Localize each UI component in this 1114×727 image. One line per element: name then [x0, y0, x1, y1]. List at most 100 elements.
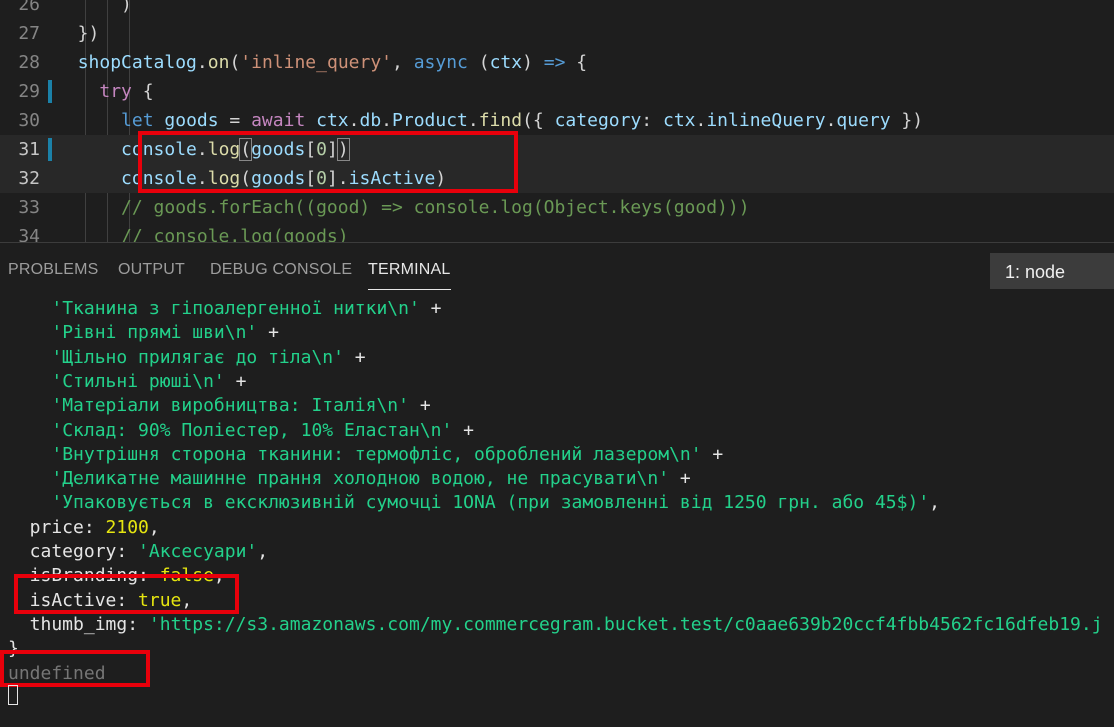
terminal-selector[interactable]: 1: node: [990, 253, 1114, 289]
line-number: 26: [18, 0, 40, 15]
terminal-token: +: [408, 395, 431, 416]
terminal-token: +: [669, 468, 691, 489]
terminal-cursor: [8, 685, 18, 705]
code-token: inlineQuery: [706, 110, 826, 131]
tab-debug-console[interactable]: DEBUG CONSOLE: [210, 261, 352, 279]
terminal-line: thumb_img: 'https://s3.amazonaws.com/my.…: [8, 613, 1103, 637]
terminal-token: 'https://s3.amazonaws.com/my.commercegra…: [148, 614, 1103, 635]
code-token: =>: [543, 52, 566, 73]
code-text: // console.log(goods): [56, 222, 349, 242]
terminal-token: 'Тканина з гіпоалергенної нитки\n': [51, 298, 420, 319]
terminal-line: 'Щільно прилягає до тіла\n' +: [8, 346, 366, 370]
code-token: .: [825, 110, 837, 131]
terminal-token: 'Склад: 90% Поліестер, 10% Еластан\n': [51, 420, 453, 441]
terminal-line: 'Склад: 90% Поліестер, 10% Еластан\n' +: [8, 419, 474, 443]
code-text: }): [56, 19, 100, 48]
highlight-box-isactive: [14, 574, 239, 614]
code-line[interactable]: 28 shopCatalog.on('inline_query', async …: [0, 48, 1114, 77]
terminal-line: 'Деликатне машинне прання холодною водою…: [8, 467, 691, 491]
code-token: {: [565, 52, 588, 73]
code-token: :: [641, 110, 663, 131]
code-token: }): [890, 110, 924, 131]
code-token: (: [467, 52, 490, 73]
terminal-token: +: [452, 420, 475, 441]
code-line[interactable]: 34 // console.log(goods): [0, 222, 1114, 242]
code-token: ctx: [316, 110, 349, 131]
code-token: (: [229, 52, 241, 73]
tab-terminal[interactable]: TERMINAL: [368, 261, 451, 290]
terminal-token: 'Упаковується в ексклюзивній сумочці 1ON…: [51, 492, 930, 513]
terminal-token: ,: [148, 517, 160, 538]
code-token: ({: [522, 110, 555, 131]
code-token: on: [207, 52, 230, 73]
code-token: // goods.forEach((good) => console.log(O…: [56, 197, 750, 218]
code-token: try: [99, 81, 132, 102]
terminal-line: 'Матеріали виробництва: Італія\n' +: [8, 394, 431, 418]
terminal-line: 'Упаковується в ексклюзивній сумочці 1ON…: [8, 491, 940, 515]
code-token: .: [196, 52, 208, 73]
code-text: try {: [56, 77, 154, 106]
code-token: ): [522, 52, 544, 73]
terminal-line: price: 2100,: [8, 516, 160, 540]
tab-output[interactable]: OUTPUT: [118, 261, 185, 279]
code-token: shopCatalog: [77, 52, 197, 73]
code-editor[interactable]: 26 ) 27 }) 28 shopCatalog.on('inline_query…: [0, 0, 1114, 242]
code-token: category: [554, 110, 642, 131]
code-text: shopCatalog.on('inline_query', async (ct…: [56, 48, 587, 77]
terminal-token: +: [419, 298, 442, 319]
line-number: 33: [18, 197, 40, 218]
git-change-marker: [48, 138, 52, 161]
code-line[interactable]: 26 ): [0, 0, 1114, 19]
terminal-token: +: [257, 322, 279, 343]
code-token: async: [413, 52, 468, 73]
code-token: ,: [392, 52, 414, 73]
terminal-token: +: [701, 444, 724, 465]
code-line[interactable]: 33 // goods.forEach((good) => console.lo…: [0, 193, 1114, 222]
code-token: Product: [392, 110, 468, 131]
code-token: db: [359, 110, 382, 131]
terminal-token: ,: [257, 541, 269, 562]
code-token: ): [56, 0, 132, 15]
code-line[interactable]: 27 }): [0, 19, 1114, 48]
terminal-token: ,: [929, 492, 940, 513]
highlight-box-undefined: [0, 650, 150, 687]
line-number: 30: [18, 110, 40, 131]
code-token: find: [478, 110, 523, 131]
line-number: 28: [18, 52, 40, 73]
terminal-token: 'Аксесуари': [138, 541, 258, 562]
code-token: ctx: [489, 52, 523, 73]
code-line[interactable]: 29 try {: [0, 77, 1114, 106]
terminal-token: 'Щільно прилягає до тіла\n': [51, 347, 344, 368]
code-token: {: [131, 81, 154, 102]
code-token: =: [218, 110, 252, 131]
code-token: .: [695, 110, 707, 131]
terminal-token: 'Рівні прямі шви\n': [51, 322, 258, 343]
code-token: }): [56, 23, 100, 44]
code-token: ctx: [662, 110, 696, 131]
tab-problems[interactable]: PROBLEMS: [8, 261, 99, 279]
highlight-box-console-logs: [138, 131, 518, 193]
terminal-token: 'Стильні рюші\n': [51, 371, 225, 392]
line-number: 32: [18, 168, 40, 189]
code-text: ): [56, 0, 132, 19]
terminal-token: +: [343, 347, 366, 368]
code-token: 'inline_query': [240, 52, 392, 73]
code-token: .: [348, 110, 360, 131]
terminal-token: +: [224, 371, 247, 392]
line-number: 34: [18, 226, 40, 242]
terminal-token: price:: [8, 517, 106, 538]
panel-tabs: PROBLEMS OUTPUT DEBUG CONSOLE TERMINAL 1…: [0, 243, 1114, 297]
code-token: let: [121, 110, 154, 131]
